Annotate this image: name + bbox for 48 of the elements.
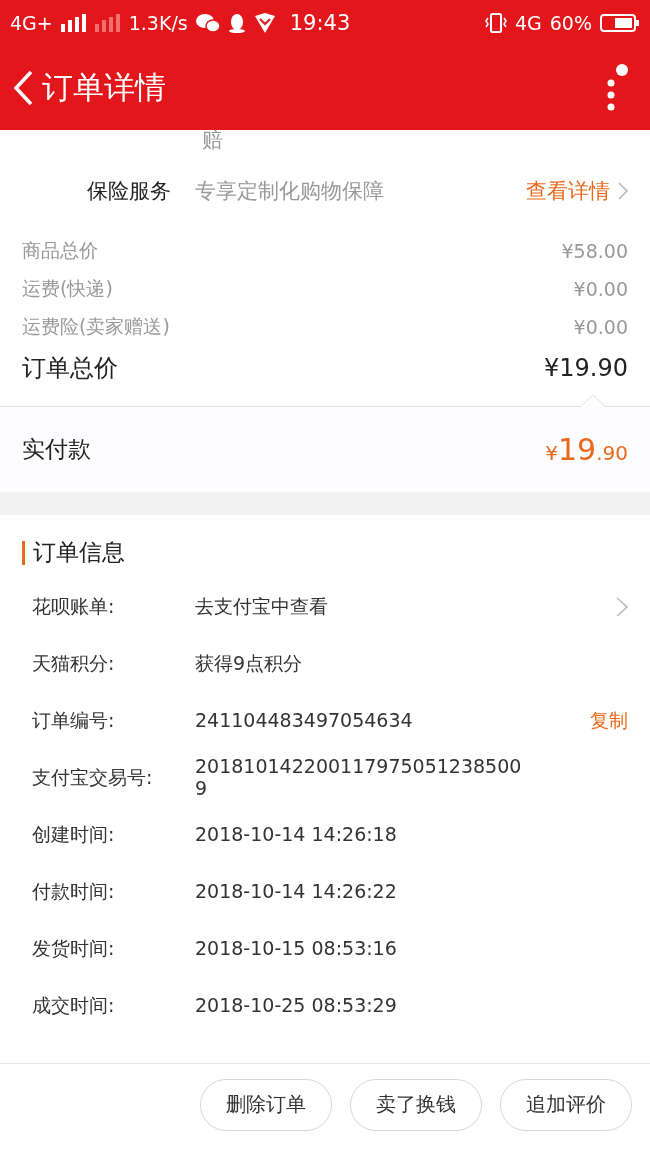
paid-label: 实付款: [22, 435, 91, 464]
info-label: 天猫积分:: [32, 650, 116, 676]
info-label: 发货时间:: [32, 935, 116, 961]
info-label: 付款时间:: [32, 878, 116, 904]
battery-icon: [600, 12, 640, 33]
info-label: 订单编号:: [32, 707, 116, 733]
info-value: 去支付宝中查看: [195, 595, 329, 618]
price-value: ¥58.00: [561, 240, 628, 262]
price-label: 运费险(卖家赠送): [22, 314, 170, 339]
service-description: 专享定制化购物保障: [195, 178, 384, 205]
service-label: 保险服务: [87, 178, 171, 205]
service-description: 赔: [202, 130, 223, 151]
signal-icon: [94, 13, 121, 32]
info-label: 创建时间:: [32, 821, 116, 847]
info-value: 获得9点积分: [195, 652, 304, 675]
network-type: 4G: [514, 11, 542, 34]
order-total-label: 订单总价: [22, 353, 118, 384]
accent-bar: [22, 540, 25, 565]
info-value: 2018-10-14 14:26:18: [195, 823, 398, 846]
network-type: 4G+: [10, 11, 53, 34]
order-total-value: ¥19.90: [544, 354, 628, 382]
chat-bubbles-icon: [195, 12, 220, 33]
shield-icon: [253, 12, 276, 33]
paid-amount: ¥19.90: [545, 432, 628, 467]
battery-percent: 60%: [549, 11, 592, 34]
back-icon[interactable]: [12, 69, 34, 106]
action-button[interactable]: 卖了换钱: [350, 1078, 482, 1131]
page-title: 订单详情: [42, 67, 166, 107]
network-speed: 1.3K/s: [128, 11, 188, 34]
info-value: 2018-10-14 14:26:22: [195, 880, 398, 903]
info-value: 2018-10-15 08:53:16: [195, 937, 398, 960]
price-label: 商品总价: [22, 238, 98, 263]
clock-time: 19:43: [289, 10, 351, 35]
price-label: 运费(快递): [22, 276, 113, 301]
info-value: 2018101422001179750512385009: [195, 755, 523, 800]
section-title: 订单信息: [33, 538, 125, 567]
info-label: 花呗账单:: [32, 593, 116, 619]
chevron-icon: [618, 182, 628, 200]
info-value: 2018-10-25 08:53:29: [195, 994, 398, 1017]
action-button[interactable]: 删除订单: [200, 1078, 332, 1131]
price-value: ¥0.00: [573, 316, 628, 338]
price-value: ¥0.00: [573, 278, 628, 300]
info-value: 241104483497054634: [195, 709, 414, 732]
signal-icon: [60, 13, 87, 32]
vibrate-icon: [484, 12, 507, 33]
info-label: 成交时间:: [32, 992, 116, 1018]
action-button[interactable]: 追加评价: [500, 1078, 632, 1131]
info-label: 支付宝交易号:: [32, 764, 154, 790]
